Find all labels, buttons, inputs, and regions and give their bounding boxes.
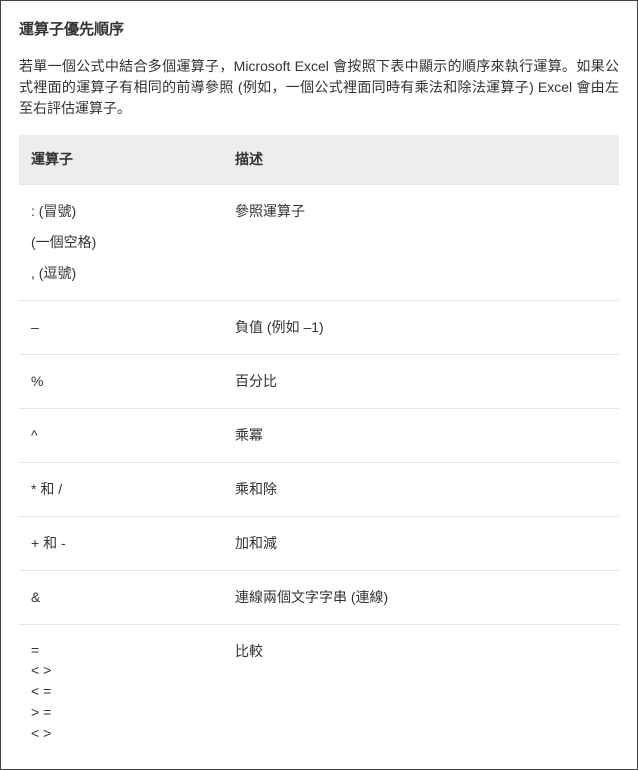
intro-paragraph: 若單一個公式中結合多個運算子，Microsoft Excel 會按照下表中顯示的… xyxy=(19,56,619,119)
cell-description: 加和減 xyxy=(223,516,619,570)
cell-description: 乘冪 xyxy=(223,408,619,462)
operator-text: < > xyxy=(31,661,211,680)
cell-description: 負值 (例如 –1) xyxy=(223,300,619,354)
operator-text: = xyxy=(31,641,211,660)
cell-description: 連線兩個文字字串 (連線) xyxy=(223,570,619,624)
cell-description: 比較 xyxy=(223,624,619,759)
cell-operator: & xyxy=(19,570,223,624)
operator-text: – xyxy=(31,317,211,338)
operator-text: : (冒號) xyxy=(31,201,211,222)
table-row: + 和 - 加和減 xyxy=(19,516,619,570)
operator-text: & xyxy=(31,587,211,608)
cell-operator: ^ xyxy=(19,408,223,462)
table-row: =< >< => =< >比較 xyxy=(19,624,619,759)
col-header-operator: 運算子 xyxy=(19,135,223,185)
table-row: &連線兩個文字字串 (連線) xyxy=(19,570,619,624)
operator-text: < > xyxy=(31,724,211,743)
cell-operator: + 和 - xyxy=(19,516,223,570)
cell-description: 百分比 xyxy=(223,354,619,408)
operator-text: % xyxy=(31,371,211,392)
operator-text: * 和 / xyxy=(31,479,211,500)
cell-operator: =< >< => =< > xyxy=(19,624,223,759)
cell-description: 參照運算子 xyxy=(223,184,619,300)
operator-text: , (逗號) xyxy=(31,263,211,284)
operator-text: ^ xyxy=(31,425,211,446)
operator-precedence-table: 運算子 描述 : (冒號) (一個空格) , (逗號) 參照運算子–負值 (例如 –1… xyxy=(19,135,619,759)
table-row: : (冒號) (一個空格) , (逗號) 參照運算子 xyxy=(19,184,619,300)
section-title: 運算子優先順序 xyxy=(19,19,619,42)
cell-description: 乘和除 xyxy=(223,462,619,516)
table-row: % 百分比 xyxy=(19,354,619,408)
operator-text: > = xyxy=(31,703,211,722)
table-row: * 和 / 乘和除 xyxy=(19,462,619,516)
cell-operator: : (冒號) (一個空格) , (逗號) xyxy=(19,184,223,300)
cell-operator: % xyxy=(19,354,223,408)
operator-text: + 和 - xyxy=(31,533,211,554)
table-row: –負值 (例如 –1) xyxy=(19,300,619,354)
col-header-description: 描述 xyxy=(223,135,619,185)
table-row: ^ 乘冪 xyxy=(19,408,619,462)
cell-operator: * 和 / xyxy=(19,462,223,516)
operator-text: (一個空格) xyxy=(31,232,211,253)
cell-operator: – xyxy=(19,300,223,354)
operator-text: < = xyxy=(31,682,211,701)
